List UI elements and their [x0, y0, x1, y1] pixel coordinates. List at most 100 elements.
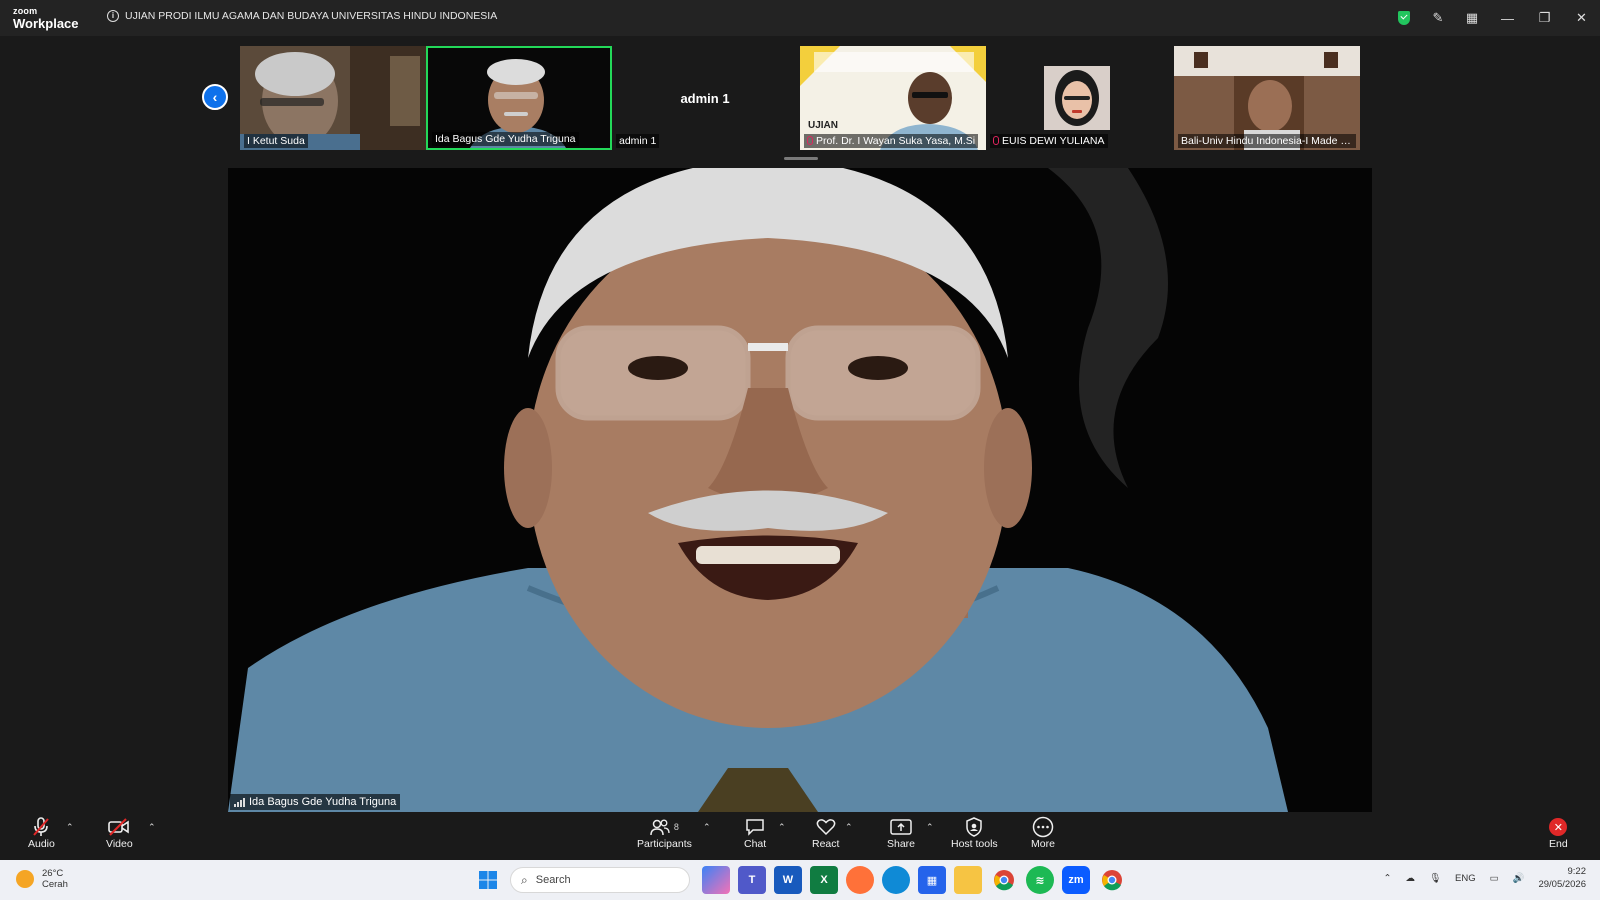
audio-button[interactable]: Audio — [28, 816, 55, 850]
strip-prev-button[interactable]: ‹ — [202, 84, 228, 110]
video-label: Video — [106, 838, 133, 850]
encryption-shield-icon[interactable] — [1387, 0, 1421, 36]
active-speaker-video: Ida Bagus Gde Yudha Triguna — [228, 168, 1372, 812]
view-grid-icon[interactable]: ▦ — [1455, 0, 1489, 36]
more-label: More — [1031, 838, 1055, 850]
teams-icon[interactable]: T — [738, 866, 766, 894]
clock-date: 29/05/2026 — [1538, 878, 1586, 890]
participant-name: Bali-Univ Hindu Indonesia-I Made S... — [1178, 134, 1356, 148]
title-bar-controls: ✎ ▦ — ❐ ✕ — [1387, 0, 1600, 36]
heart-icon — [816, 816, 836, 838]
react-label: React — [812, 838, 840, 850]
audio-label: Audio — [28, 838, 55, 850]
participant-tile[interactable]: EUIS DEWI YULIANA — [986, 46, 1172, 150]
participant-tile[interactable]: I Ketut Suda — [240, 46, 426, 150]
share-screen-icon — [890, 816, 912, 838]
spotify-icon[interactable]: ≋ — [1026, 866, 1054, 894]
participant-name: EUIS DEWI YULIANA — [990, 134, 1108, 148]
zoom-app-icon[interactable]: zm — [1062, 866, 1090, 894]
host-tools-label: Host tools — [951, 838, 998, 850]
participants-button[interactable]: 8 Participants — [637, 816, 692, 850]
search-placeholder: Search — [535, 874, 571, 886]
participant-strip: ‹ I Ketut Suda Ida Bagus Gde Yudha Trigu… — [196, 44, 1360, 152]
excel-icon[interactable]: X — [810, 866, 838, 894]
file-explorer-icon[interactable] — [954, 866, 982, 894]
windows-start-icon[interactable] — [474, 866, 502, 894]
chat-label: Chat — [744, 838, 767, 850]
audio-options-chevron-icon[interactable]: ⌃ — [66, 822, 74, 833]
participant-name: Prof. Dr. I Wayan Suka Yasa, M.Si — [804, 134, 979, 148]
react-button[interactable]: React — [812, 816, 839, 850]
host-tools-shield-icon — [965, 816, 983, 838]
language-indicator[interactable]: ENG — [1455, 873, 1476, 884]
participant-tile-active[interactable]: Ida Bagus Gde Yudha Triguna — [426, 46, 612, 150]
volume-icon[interactable]: 🔊 — [1513, 873, 1525, 884]
end-call-icon: ✕ — [1549, 818, 1568, 836]
mic-muted-icon — [807, 136, 813, 145]
microphone-tray-icon[interactable]: 🎙 — [1429, 873, 1441, 884]
tray-overflow-chevron-icon[interactable]: ⌃ — [1384, 873, 1392, 884]
chat-options-chevron-icon[interactable]: ⌃ — [778, 822, 786, 833]
weather-condition: Cerah — [42, 879, 68, 891]
close-window-button[interactable]: ✕ — [1563, 0, 1600, 36]
chat-button[interactable]: Chat — [744, 816, 766, 850]
signal-strength-icon — [234, 797, 245, 807]
participants-label: Participants — [637, 838, 692, 850]
meeting-title: UJIAN PRODI ILMU AGAMA DAN BUDAYA UNIVER… — [125, 10, 498, 22]
more-button[interactable]: More — [1031, 816, 1055, 850]
zoom-logo: zoom Workplace — [13, 6, 79, 31]
react-options-chevron-icon[interactable]: ⌃ — [845, 822, 853, 833]
participants-options-chevron-icon[interactable]: ⌃ — [703, 822, 711, 833]
brand-top: zoom — [13, 6, 38, 16]
clock-time: 9:22 — [1567, 866, 1587, 877]
participant-tile[interactable]: admin 1 admin 1 — [612, 46, 798, 150]
chrome-profile-icon[interactable] — [1098, 866, 1126, 894]
participant-tile[interactable]: UJIAN Prof. Dr. I Wayan Suka Yasa, M.Si — [800, 46, 986, 150]
speaker-name: Ida Bagus Gde Yudha Triguna — [249, 796, 397, 808]
share-button[interactable]: Share — [887, 816, 915, 850]
brand-bottom: Workplace — [13, 16, 79, 31]
end-button[interactable]: ✕ End — [1549, 816, 1568, 850]
share-label: Share — [887, 838, 916, 850]
host-tools-button[interactable]: Host tools — [951, 816, 998, 850]
temperature: 26°C — [42, 868, 64, 879]
slide-text: UJIAN — [808, 120, 838, 131]
video-button[interactable]: Video — [106, 816, 133, 850]
participant-name: Ida Bagus Gde Yudha Triguna — [432, 132, 579, 146]
edge-icon[interactable] — [882, 866, 910, 894]
info-icon[interactable]: i — [107, 10, 119, 22]
restore-button[interactable]: ❐ — [1526, 0, 1563, 36]
participants-icon: 8 — [650, 816, 679, 838]
speaker-name-label: Ida Bagus Gde Yudha Triguna — [230, 794, 401, 810]
share-options-chevron-icon[interactable]: ⌃ — [926, 822, 934, 833]
firefox-icon[interactable] — [846, 866, 874, 894]
participant-name: admin 1 — [616, 134, 660, 148]
word-icon[interactable]: W — [774, 866, 802, 894]
weather-sun-icon — [16, 870, 34, 889]
participants-count: 8 — [673, 822, 679, 832]
participant-name: I Ketut Suda — [244, 134, 308, 148]
participant-tile[interactable]: Bali-Univ Hindu Indonesia-I Made S... — [1174, 46, 1360, 150]
store-icon[interactable]: ▦ — [918, 866, 946, 894]
end-label: End — [1549, 838, 1568, 850]
weather-widget[interactable]: 26°C Cerah — [16, 868, 68, 891]
title-bar: zoom Workplace i UJIAN PRODI ILMU AGAMA … — [0, 0, 1600, 36]
taskbar-apps: ⌕ Search T W X ▦ ≋ zm — [474, 865, 1126, 895]
video-off-icon — [108, 816, 130, 838]
meeting-controls: Audio ⌃ Video ⌃ 8 Participants ⌃ Chat ⌃ — [0, 812, 1600, 860]
meeting-info[interactable]: i UJIAN PRODI ILMU AGAMA DAN BUDAYA UNIV… — [107, 10, 497, 22]
network-icon[interactable]: ▭ — [1490, 873, 1499, 884]
pen-icon[interactable]: ✎ — [1421, 0, 1455, 36]
video-options-chevron-icon[interactable]: ⌃ — [148, 822, 156, 833]
onedrive-icon[interactable]: ☁ — [1405, 873, 1415, 884]
copilot-icon[interactable] — [702, 866, 730, 894]
zoom-meeting-window: zoom Workplace i UJIAN PRODI ILMU AGAMA … — [0, 0, 1600, 860]
search-icon: ⌕ — [521, 872, 528, 887]
taskbar-search-box[interactable]: ⌕ Search — [510, 867, 690, 893]
chrome-icon[interactable] — [990, 866, 1018, 894]
more-ellipsis-icon — [1032, 816, 1054, 838]
speaker-video-frame — [228, 168, 1372, 812]
minimize-button[interactable]: — — [1489, 0, 1526, 36]
strip-resize-handle[interactable] — [784, 157, 818, 160]
clock[interactable]: 9:22 29/05/2026 — [1538, 866, 1586, 892]
